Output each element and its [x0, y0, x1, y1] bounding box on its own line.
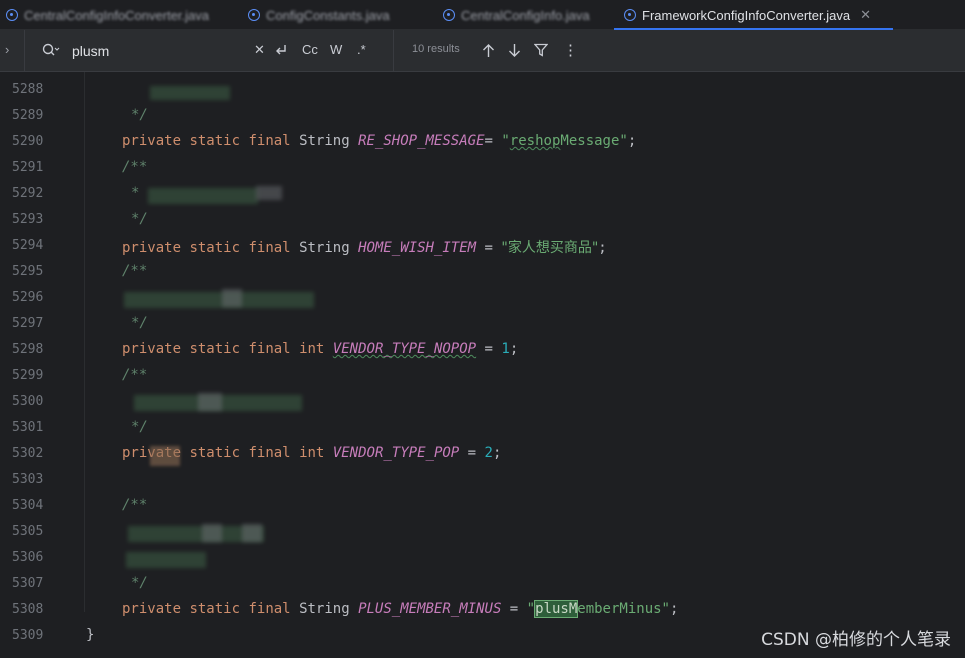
code-line: 5305: [0, 520, 965, 546]
tab-label: ConfigConstants.java: [266, 7, 390, 23]
code-line: 5292 *: [0, 182, 965, 208]
code-text: private static final String RE_SHOP_MESS…: [122, 133, 637, 149]
new-line-icon[interactable]: [274, 43, 288, 57]
regex-button[interactable]: .*: [357, 42, 366, 57]
tab-label: FrameworkConfigInfoConverter.java: [642, 7, 851, 23]
divider: [393, 30, 394, 72]
comment-text: */: [131, 315, 148, 331]
code-line: 5307 */: [0, 572, 965, 598]
line-number: 5293: [12, 212, 44, 227]
code-editor[interactable]: 5288 5289 */ 5290 private static final S…: [0, 72, 965, 658]
match-case-button[interactable]: Cc: [302, 42, 318, 57]
line-number: 5300: [12, 394, 44, 409]
code-line: 5297 */: [0, 312, 965, 338]
code-line: 5294 private static final String HOME_WI…: [0, 234, 965, 260]
comment-text: */: [131, 107, 148, 123]
line-number: 5299: [12, 368, 44, 383]
results-count: 10 results: [412, 43, 460, 55]
filter-icon[interactable]: [534, 43, 548, 57]
code-line: 5296: [0, 286, 965, 312]
tab-label: CentralConfigInfoConverter.java: [24, 7, 209, 23]
search-input[interactable]: [72, 41, 242, 61]
comment-text: *: [131, 185, 140, 201]
search-match-highlight: plusM: [534, 600, 579, 618]
code-line: 5303: [0, 468, 965, 494]
clear-search-icon[interactable]: ✕: [254, 42, 265, 58]
line-number: 5290: [12, 134, 44, 149]
line-number: 5303: [12, 472, 44, 487]
code-line: 5302 private static final int VENDOR_TYP…: [0, 442, 965, 468]
tab-framework-config-info-converter[interactable]: FrameworkConfigInfoConverter.java ✕: [614, 0, 893, 30]
line-number: 5309: [12, 628, 44, 643]
java-class-icon: [6, 9, 18, 21]
comment-text: */: [131, 419, 148, 435]
comment-text: */: [131, 211, 148, 227]
code-line: 5289 */: [0, 104, 965, 130]
comment-text: /**: [122, 159, 148, 175]
tab-config-constants[interactable]: ConfigConstants.java: [248, 0, 390, 30]
line-number: 5308: [12, 602, 44, 617]
code-line: 5295 /**: [0, 260, 965, 286]
code-line: 5299 /**: [0, 364, 965, 390]
line-number: 5289: [12, 108, 44, 123]
java-class-icon: [443, 9, 455, 21]
code-text: private static final String HOME_WISH_IT…: [122, 240, 607, 256]
code-line: 5306: [0, 546, 965, 572]
comment-text: /**: [122, 497, 148, 513]
line-number: 5307: [12, 576, 44, 591]
line-number: 5297: [12, 316, 44, 331]
java-class-icon: [248, 9, 260, 21]
watermark: CSDN @柏修的个人笔录: [761, 630, 951, 650]
code-line: 5301 */: [0, 416, 965, 442]
code-text: }: [86, 627, 95, 643]
comment-text: /**: [122, 263, 148, 279]
comment-text: */: [131, 575, 148, 591]
code-line: 5308 private static final String PLUS_ME…: [0, 598, 965, 624]
line-number: 5295: [12, 264, 44, 279]
tab-label: CentralConfigInfo.java: [461, 7, 590, 23]
find-bar: › ✕ Cc W .* 10 results ⋮: [0, 30, 965, 72]
line-number: 5291: [12, 160, 44, 175]
code-line: 5288: [0, 78, 965, 104]
next-occurrence-icon[interactable]: [508, 43, 521, 58]
code-text: private static final int VENDOR_TYPE_NOP…: [122, 341, 519, 357]
editor-tab-bar: CentralConfigInfoConverter.java ConfigCo…: [0, 0, 965, 30]
code-line: 5304 /**: [0, 494, 965, 520]
code-line: 5290 private static final String RE_SHOP…: [0, 130, 965, 156]
code-line: 5293 */: [0, 208, 965, 234]
line-number: 5288: [12, 82, 44, 97]
line-number: 5306: [12, 550, 44, 565]
java-class-icon: [624, 9, 636, 21]
line-number: 5301: [12, 420, 44, 435]
more-options-icon[interactable]: ⋮: [563, 41, 578, 59]
expand-replace-chevron-icon[interactable]: ›: [5, 42, 9, 57]
code-line: 5298 private static final int VENDOR_TYP…: [0, 338, 965, 364]
line-number: 5305: [12, 524, 44, 539]
line-number: 5296: [12, 290, 44, 305]
whole-words-button[interactable]: W: [330, 42, 342, 57]
code-text: private static final String PLUS_MEMBER_…: [122, 600, 679, 618]
line-number: 5298: [12, 342, 44, 357]
line-number: 5292: [12, 186, 44, 201]
tab-central-config-info-converter[interactable]: CentralConfigInfoConverter.java: [6, 0, 209, 30]
code-line: 5300: [0, 390, 965, 416]
search-history-icon[interactable]: [42, 42, 60, 58]
line-number: 5302: [12, 446, 44, 461]
code-line: 5291 /**: [0, 156, 965, 182]
divider: [24, 30, 25, 72]
previous-occurrence-icon[interactable]: [482, 43, 495, 58]
comment-text: /**: [122, 367, 148, 383]
close-tab-icon[interactable]: ✕: [860, 7, 871, 23]
tab-central-config-info[interactable]: CentralConfigInfo.java: [443, 0, 590, 30]
line-number: 5304: [12, 498, 44, 513]
line-number: 5294: [12, 238, 44, 253]
